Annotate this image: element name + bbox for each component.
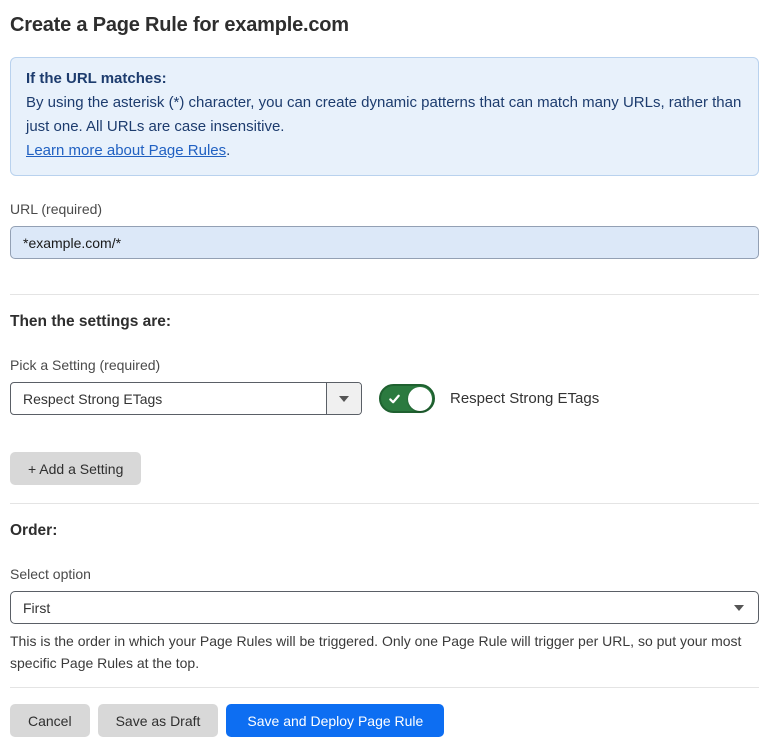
section-divider [10,503,759,504]
chevron-down-icon [734,605,744,611]
info-box-link-line: Learn more about Page Rules. [26,139,743,163]
learn-more-link[interactable]: Learn more about Page Rules [26,142,226,159]
url-input[interactable] [10,226,759,259]
order-help-text: This is the order in which your Page Rul… [10,630,759,674]
toggle-knob [408,387,432,411]
order-select[interactable]: First [10,591,759,624]
footer-actions: Cancel Save as Draft Save and Deploy Pag… [10,704,759,737]
settings-section-heading: Then the settings are: [10,312,759,332]
setting-row: Respect Strong ETags Respect Strong ETag… [10,382,759,415]
section-divider [10,294,759,295]
page-rule-form: Create a Page Rule for example.com If th… [0,0,769,751]
url-match-info-box: If the URL matches: By using the asteris… [10,57,759,176]
setting-toggle[interactable] [379,384,435,413]
order-select-value: First [23,600,734,616]
save-draft-button[interactable]: Save as Draft [98,704,219,737]
setting-select-value: Respect Strong ETags [11,383,326,414]
url-field-label: URL (required) [10,201,759,218]
chevron-down-icon [339,396,349,402]
info-box-heading: If the URL matches: [26,67,743,91]
footer-divider [10,687,759,688]
link-suffix-text: . [226,142,230,159]
info-box-body: By using the asterisk (*) character, you… [26,91,743,139]
save-deploy-button[interactable]: Save and Deploy Page Rule [226,704,444,737]
page-title: Create a Page Rule for example.com [10,12,759,38]
setting-picker-label: Pick a Setting (required) [10,357,759,374]
check-icon [388,392,401,405]
add-setting-button[interactable]: + Add a Setting [10,452,141,485]
order-select-label: Select option [10,566,759,583]
cancel-button[interactable]: Cancel [10,704,90,737]
order-section-heading: Order: [10,521,759,541]
setting-toggle-label: Respect Strong ETags [450,390,599,407]
setting-select-arrow-button[interactable] [326,383,361,414]
setting-select[interactable]: Respect Strong ETags [10,382,362,415]
